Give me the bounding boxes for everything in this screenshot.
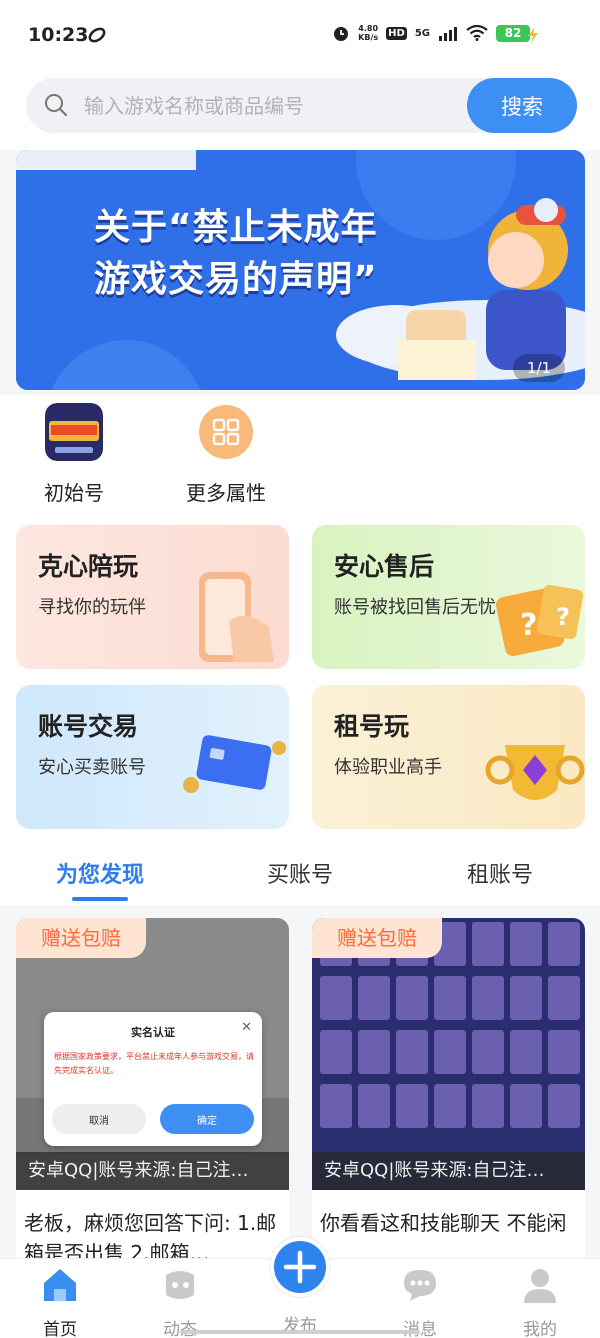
search-header: 搜索	[0, 70, 600, 150]
card-subtitle: 寻找你的玩伴	[38, 597, 146, 618]
nav-profile[interactable]: 我的	[480, 1265, 600, 1338]
home-indicator	[180, 1330, 420, 1334]
banner-title-line-2: 游戏交易的声明”	[94, 259, 378, 300]
signal-label: 5G	[414, 27, 430, 39]
search-button[interactable]: 搜索	[467, 78, 577, 133]
nav-label: 动态	[163, 1320, 197, 1338]
card-title: 账号交易	[38, 712, 139, 741]
quick-links: 初始号 更多属性	[0, 395, 600, 515]
battery-level: 82	[496, 24, 530, 42]
svg-text:?: ?	[556, 603, 570, 631]
card-after-sales[interactable]: 安心售后 账号被找回售后无忧 ? ?	[312, 525, 585, 669]
search-input[interactable]	[84, 78, 464, 133]
trophy-icon	[485, 745, 585, 800]
listing-card[interactable]: 赠送包赔 安卓QQ|账号来源:自己注… 你看看这和技能聊天 不能闲	[312, 918, 585, 1263]
alarm-icon	[334, 27, 349, 41]
tab-discover[interactable]: 为您发现	[30, 857, 170, 889]
nav-home[interactable]: 首页	[0, 1265, 120, 1338]
app-notification-icon	[88, 27, 106, 43]
nav-label: 首页	[43, 1320, 77, 1338]
card-title: 克心陪玩	[38, 552, 139, 581]
wifi-icon	[466, 25, 488, 41]
hd-badge: HD	[386, 26, 407, 40]
confirm-button[interactable]: 确定	[160, 1104, 254, 1134]
charging-bolt-icon	[528, 27, 538, 43]
grid-icon	[199, 405, 253, 459]
net-speed-unit: KB/s	[358, 33, 379, 42]
card-companion-play[interactable]: 克心陪玩 寻找你的玩伴	[16, 525, 289, 669]
publish-button[interactable]	[270, 1237, 330, 1297]
message-icon	[404, 1270, 436, 1301]
listing-description: 老板，麻烦您回答下问: 1.邮箱是否出售 2.邮箱…	[24, 1211, 277, 1263]
quick-link-initial-account[interactable]: 初始号	[14, 403, 134, 506]
listing-description: 你看看这和技能聊天 不能闲	[320, 1211, 567, 1235]
nav-feed[interactable]: 动态	[120, 1265, 240, 1338]
net-speed: 4.80 KB/s	[358, 24, 378, 42]
card-subtitle: 体验职业高手	[334, 757, 442, 778]
listing-caption: 安卓QQ|账号来源:自己注…	[16, 1152, 289, 1190]
content-tabs: 为您发现 买账号 租账号	[0, 845, 600, 905]
svg-text:?: ?	[520, 608, 537, 643]
listing-badge: 赠送包赔	[312, 918, 442, 958]
net-speed-value: 4.80	[358, 24, 379, 33]
listing-badge: 赠送包赔	[16, 918, 146, 958]
profile-icon	[524, 1269, 556, 1303]
status-bar: 10:23 4.80 KB/s HD 5G 82	[0, 0, 600, 70]
phone-hand-icon	[199, 572, 274, 662]
card-subtitle: 安心买卖账号	[38, 757, 146, 778]
feed-icon	[166, 1271, 194, 1299]
nav-label: 消息	[403, 1320, 437, 1338]
banner-title-line-1: 关于“禁止未成年	[94, 207, 378, 248]
search-bar[interactable]: 搜索	[26, 78, 577, 133]
question-box-icon: ? ?	[495, 584, 584, 657]
quick-link-label: 更多属性	[186, 481, 266, 505]
signal-bars-icon	[439, 27, 457, 41]
nav-messages[interactable]: 消息	[360, 1265, 480, 1338]
status-icons: 4.80 KB/s HD 5G 82	[332, 24, 530, 42]
credit-card-icon	[183, 735, 286, 793]
tab-rent-account[interactable]: 租账号	[430, 857, 570, 889]
tab-active-indicator	[72, 897, 128, 901]
cancel-button[interactable]: 取消	[52, 1104, 146, 1134]
card-title: 租号玩	[334, 712, 410, 741]
card-subtitle: 账号被找回售后无忧	[334, 597, 496, 618]
plus-icon	[283, 1250, 317, 1284]
card-rent-account[interactable]: 租号玩 体验职业高手	[312, 685, 585, 829]
home-icon	[44, 1269, 76, 1301]
modal-text: 根据国家政策要求，平台禁止未成年人参与游戏交易，请先完成实名认证。	[54, 1052, 254, 1075]
close-icon[interactable]: ✕	[241, 1020, 252, 1035]
listing-image	[312, 918, 585, 1190]
game-icon	[45, 403, 103, 461]
nav-label: 我的	[523, 1320, 557, 1338]
feature-cards: 克心陪玩 寻找你的玩伴 安心售后 账号被找回售后无忧 ? ? 账号交易 安心买卖…	[0, 515, 600, 845]
card-account-trade[interactable]: 账号交易 安心买卖账号	[16, 685, 289, 829]
promo-banner[interactable]: 关于“禁止未成年 游戏交易的声明” 1/1	[16, 150, 585, 390]
banner-title: 关于“禁止未成年 游戏交易的声明”	[94, 202, 378, 306]
quick-link-label: 初始号	[44, 481, 104, 505]
quick-link-more-attributes[interactable]: 更多属性	[166, 403, 286, 506]
real-name-modal: 实名认证 ✕ 根据国家政策要求，平台禁止未成年人参与游戏交易，请先完成实名认证。…	[44, 1012, 262, 1146]
tab-buy-account[interactable]: 买账号	[230, 857, 370, 889]
banner-page-indicator: 1/1	[513, 354, 565, 382]
card-title: 安心售后	[334, 552, 435, 581]
listing-caption: 安卓QQ|账号来源:自己注…	[312, 1152, 585, 1190]
modal-title: 实名认证	[131, 1026, 175, 1039]
search-icon	[45, 94, 68, 117]
status-time: 10:23	[28, 24, 89, 46]
